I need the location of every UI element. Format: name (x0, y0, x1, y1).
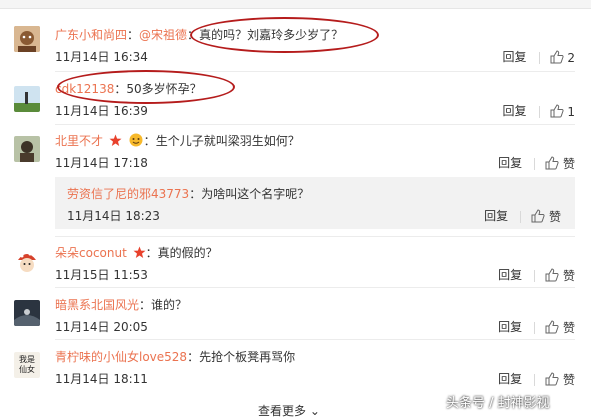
comment-divider (55, 124, 575, 125)
reply-button[interactable]: 回复 (498, 318, 522, 335)
comment-divider (55, 71, 575, 72)
like-button[interactable]: 2 (550, 50, 575, 65)
like-label: 赞 (548, 210, 561, 224)
username[interactable]: 青柠味的小仙女love528 (55, 350, 187, 364)
like-button[interactable]: 赞 (545, 319, 575, 336)
thumbs-up-icon (550, 50, 564, 64)
like-label: 赞 (562, 321, 575, 335)
reply-button[interactable]: 回复 (498, 266, 522, 283)
reply-button[interactable]: 回复 (498, 154, 522, 171)
colon: ： (114, 82, 127, 96)
thumbs-up-icon (545, 156, 559, 170)
username[interactable]: 北里不才 (55, 134, 103, 148)
comment-item: 广东小和尚四：@宋祖德：真的吗？刘嘉玲多少岁了？ 11月14日 16:34 回复… (0, 22, 591, 68)
comment-text: 真的假的？ (157, 246, 218, 260)
comment-divider (55, 236, 575, 237)
action-divider (520, 210, 522, 223)
action-divider (534, 373, 536, 386)
action-divider (534, 157, 536, 170)
thumbs-up-icon (545, 372, 559, 386)
comment-date: 11月14日 16:39 (55, 104, 148, 118)
star-badge-icon (109, 134, 122, 146)
username[interactable]: 广东小和尚四 (55, 28, 127, 42)
comment-date: 11月14日 17:18 (55, 156, 148, 170)
like-button[interactable]: 赞 (545, 371, 575, 388)
watermark: 头条号 / 封神影视 (446, 396, 550, 411)
comment-item: cdk12138：50多岁怀孕？ 11月14日 16:39 回复 1 (0, 80, 591, 126)
comment-divider (55, 339, 575, 340)
view-more-link[interactable]: 查看更多 ⌄ (258, 402, 320, 419)
avatar[interactable] (14, 136, 40, 162)
comment-date: 11月14日 18:23 (67, 209, 160, 223)
colon: ： (187, 350, 200, 364)
thumbs-up-icon (531, 209, 545, 223)
like-button[interactable]: 赞 (531, 208, 561, 225)
comment-text: 真的吗？刘嘉玲多少岁了？ (199, 28, 344, 42)
action-divider (538, 51, 540, 64)
username[interactable]: 朵朵coconut (55, 246, 127, 260)
colon: ： (143, 134, 156, 148)
comment-item: 北里不才 ：生个儿子就叫梁羽生如何？ 11月14日 17:18 回复 赞 (0, 132, 591, 178)
comment-text: 50多岁怀孕？ (126, 82, 202, 96)
colon: ： (145, 246, 158, 260)
action-divider (538, 105, 540, 118)
avatar[interactable] (14, 86, 40, 112)
action-divider (534, 321, 536, 334)
comment-item: 朵朵coconut ：真的假的？ 11月15日 11:53 回复 赞 (0, 244, 591, 290)
avatar[interactable] (14, 300, 40, 326)
comment-date: 11月14日 16:34 (55, 50, 148, 64)
colon: ： (187, 28, 200, 42)
like-count: 2 (567, 51, 575, 65)
chevron-down-icon: ⌄ (309, 404, 320, 418)
thumbs-up-icon (550, 104, 564, 118)
thumbs-up-icon (545, 268, 559, 282)
username[interactable]: cdk12138 (55, 82, 114, 96)
like-label: 赞 (562, 373, 575, 387)
comment-text: 先抢个板凳再骂你 (199, 350, 296, 364)
comment-text: 谁的？ (151, 298, 188, 312)
comment-divider (55, 287, 575, 288)
comment-item: 暗黑系北国风光：谁的？ 11月14日 20:05 回复 赞 (0, 296, 591, 342)
username[interactable]: 暗黑系北国风光 (55, 298, 139, 312)
reply-thread: 劳资信了尼的邪43773：为啥叫这个名字呢？ 11月14日 18:23 回复 赞 (55, 177, 575, 229)
like-button[interactable]: 赞 (545, 155, 575, 172)
username[interactable]: 劳资信了尼的邪43773 (67, 187, 189, 201)
like-label: 赞 (562, 269, 575, 283)
reply-button[interactable]: 回复 (498, 370, 522, 387)
colon: ： (127, 28, 140, 42)
action-divider (534, 269, 536, 282)
reply-button[interactable]: 回复 (503, 48, 527, 65)
like-button[interactable]: 1 (550, 104, 575, 119)
comment-date: 11月15日 11:53 (55, 268, 148, 282)
avatar[interactable] (14, 248, 40, 274)
reply-button[interactable]: 回复 (503, 102, 527, 119)
like-count: 1 (567, 105, 575, 119)
star-badge-icon (133, 246, 146, 258)
comment-item: 我是仙女 青柠味的小仙女love528：先抢个板凳再骂你 11月14日 18:1… (0, 348, 591, 394)
thumbs-up-icon (545, 320, 559, 334)
comment-date: 11月14日 20:05 (55, 320, 148, 334)
comment-date: 11月14日 18:11 (55, 372, 148, 386)
colon: ： (139, 298, 152, 312)
mention-link[interactable]: @宋祖德 (139, 28, 187, 42)
comment-text: 为啥叫这个名字呢？ (201, 187, 310, 201)
colon: ： (189, 187, 202, 201)
emoji-badge-icon (129, 133, 143, 147)
avatar[interactable] (14, 26, 40, 52)
avatar[interactable]: 我是仙女 (14, 352, 40, 378)
like-button[interactable]: 赞 (545, 267, 575, 284)
comment-text: 生个儿子就叫梁羽生如何？ (155, 134, 300, 148)
like-label: 赞 (562, 157, 575, 171)
avatar-text: 我是仙女 (19, 355, 35, 374)
reply-button[interactable]: 回复 (484, 207, 508, 224)
previous-comment-edge (0, 0, 591, 9)
